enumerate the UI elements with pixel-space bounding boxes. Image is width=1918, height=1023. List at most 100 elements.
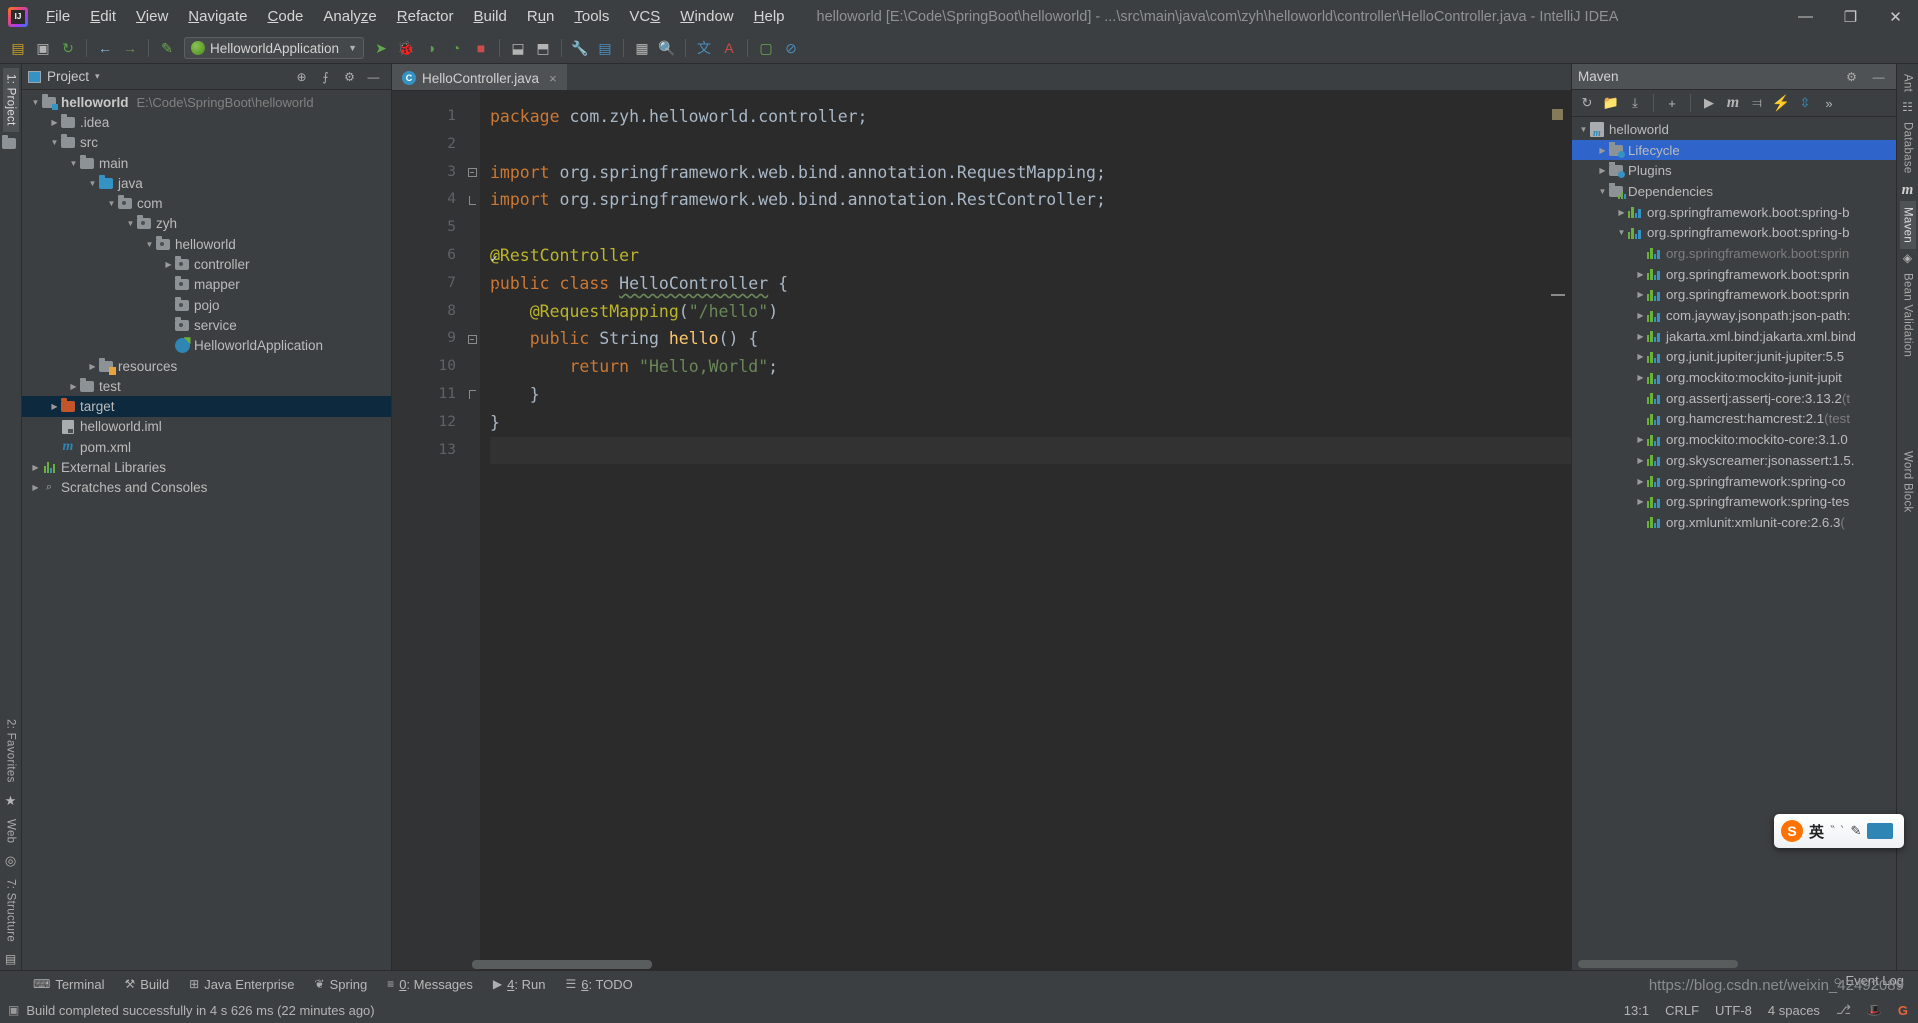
menu-analyze[interactable]: Analyze	[313, 4, 386, 29]
project-tree-row[interactable]: ▶ controller	[22, 254, 391, 274]
execute-icon[interactable]: ⚡	[1770, 92, 1792, 114]
project-tree-row[interactable]: ▶ test	[22, 376, 391, 396]
sidebar-item-database[interactable]: Database	[1900, 116, 1916, 180]
run-configuration-selector[interactable]: HelloworldApplication ▼	[184, 37, 364, 59]
project-structure-icon[interactable]: ▤	[593, 36, 617, 60]
maven-tree-row[interactable]: ▶ Plugins	[1572, 160, 1896, 181]
translate-from-icon[interactable]: A	[717, 36, 741, 60]
error-stripe-marker[interactable]	[1552, 109, 1563, 120]
code-line[interactable]: @RestController	[490, 242, 1571, 270]
maven-tree-row[interactable]: ▶ org.junit.jupiter:junit-jupiter:5.5	[1572, 347, 1896, 368]
spring-bean-gutter-icon[interactable]	[470, 246, 488, 264]
chevron-right-icon[interactable]: ▶	[1635, 332, 1646, 341]
maven-tree-row[interactable]: ▶ org.mockito:mockito-core:3.1.0	[1572, 429, 1896, 450]
no-entry-icon[interactable]: ⊘	[779, 36, 803, 60]
sidebar-item-web[interactable]: Web	[3, 813, 19, 849]
code-folding-gutter[interactable]: − −	[464, 91, 480, 970]
more-options-icon[interactable]: »	[1818, 92, 1840, 114]
structure-icon[interactable]: ▤	[5, 952, 16, 966]
run-icon[interactable]: ➤	[369, 36, 393, 60]
add-icon[interactable]: +	[1661, 92, 1683, 114]
hide-panel-icon[interactable]: —	[366, 69, 381, 84]
project-tree-row[interactable]: ▶ .idea	[22, 112, 391, 132]
fold-marker[interactable]: −	[464, 325, 480, 353]
settings-icon[interactable]: 🔧	[568, 36, 592, 60]
code-line[interactable]: }	[490, 381, 1571, 409]
maven-tree-row[interactable]: ▶ org.mockito:mockito-junit-jupit	[1572, 367, 1896, 388]
forward-icon[interactable]: →	[118, 36, 142, 60]
chevron-down-icon[interactable]: ▼	[49, 138, 60, 147]
maven-tree-row[interactable]: ▶ jakarta.xml.bind:jakarta.xml.bind	[1572, 326, 1896, 347]
code-line[interactable]	[490, 131, 1571, 159]
menu-window[interactable]: Window	[670, 4, 743, 29]
menu-navigate[interactable]: Navigate	[178, 4, 257, 29]
chevron-right-icon[interactable]: ▶	[87, 362, 98, 371]
project-tree-row[interactable]: m pom.xml	[22, 437, 391, 457]
commit-icon[interactable]: ⬒	[531, 36, 555, 60]
menu-file[interactable]: File	[36, 4, 80, 29]
chevron-right-icon[interactable]: ▶	[1635, 497, 1646, 506]
code-editor[interactable]: 1 2 3 4 5 6 7 8 9 10 11 12 13 − − package com.zyh.hel…	[392, 91, 1571, 970]
project-tree-row[interactable]: ▶ target	[22, 396, 391, 417]
project-tree-row[interactable]: ▼ com	[22, 193, 391, 213]
sync-icon[interactable]: ↻	[56, 36, 80, 60]
project-tree-row[interactable]: ▼ helloworld	[22, 234, 391, 254]
menu-vcs[interactable]: VCS	[619, 4, 670, 29]
build-project-icon[interactable]: ✎	[155, 36, 179, 60]
web-icon[interactable]: ◎	[5, 853, 16, 869]
sidebar-item-ant[interactable]: Ant	[1900, 68, 1916, 98]
language-icon[interactable]: ▢	[754, 36, 778, 60]
chevron-down-icon[interactable]: ▼	[1616, 228, 1627, 237]
gear-icon[interactable]: ⚙	[1844, 69, 1859, 84]
fold-marker[interactable]	[464, 186, 480, 214]
chevron-down-icon[interactable]: ▾	[95, 71, 100, 82]
project-tree-row[interactable]: ▼ java	[22, 173, 391, 193]
maven-tree-row[interactable]: ▶ org.skyscreamer:jsonassert:1.5.	[1572, 450, 1896, 471]
maven-tree-row[interactable]: org.hamcrest:hamcrest:2.1 (test	[1572, 409, 1896, 430]
debug-icon[interactable]: 🐞	[394, 36, 418, 60]
menu-help[interactable]: Help	[744, 4, 795, 29]
maven-tree-row[interactable]: ▶ org.springframework:spring-co	[1572, 471, 1896, 492]
menu-build[interactable]: Build	[463, 4, 516, 29]
project-tree-row[interactable]: mapper	[22, 275, 391, 295]
code-line[interactable]: package com.zyh.helloworld.controller;	[490, 103, 1571, 131]
maven-tree-row[interactable]: ▶ org.springframework.boot:sprin	[1572, 285, 1896, 306]
chevron-down-icon[interactable]: ▼	[87, 179, 98, 188]
bottom-tab-messages[interactable]: ≡ 0: Messages	[378, 974, 482, 995]
run-goal-icon[interactable]: ▶	[1698, 92, 1720, 114]
maven-horizontal-scrollbar[interactable]	[1578, 960, 1738, 968]
project-tree[interactable]: ▼ helloworld E:\Code\SpringBoot\helloworld…	[22, 90, 391, 970]
chevron-right-icon[interactable]: ▶	[1635, 352, 1646, 361]
project-tree-row[interactable]: ▶ resources	[22, 356, 391, 376]
project-tree-row[interactable]: ▶ ⌕ Scratches and Consoles	[22, 478, 391, 498]
code-line[interactable]: import org.springframework.web.bind.anno…	[490, 186, 1571, 214]
menu-refactor[interactable]: Refactor	[387, 4, 464, 29]
project-folder-icon[interactable]	[1, 135, 17, 152]
bottom-tab-run[interactable]: ▶ 4: Run	[484, 974, 555, 995]
collapse-all-icon[interactable]: ⨍	[318, 69, 333, 84]
chevron-right-icon[interactable]: ▶	[1635, 290, 1646, 299]
code-line[interactable]: public class HelloController {	[490, 270, 1571, 298]
maximize-button[interactable]: ❐	[1828, 0, 1873, 33]
chevron-down-icon[interactable]: ▼	[125, 219, 136, 228]
pen-icon[interactable]: ✎	[1850, 823, 1861, 839]
chevron-down-icon[interactable]: ▼	[106, 199, 117, 208]
maven-tree-row[interactable]: org.xmlunit:xmlunit-core:2.6.3 (	[1572, 512, 1896, 533]
chevron-right-icon[interactable]: ▶	[1635, 373, 1646, 382]
maven-tree-row[interactable]: ▶ org.springframework:spring-tes	[1572, 491, 1896, 512]
chevron-right-icon[interactable]: ▶	[49, 402, 60, 411]
chevron-right-icon[interactable]: ▶	[1616, 208, 1627, 217]
menu-view[interactable]: View	[126, 4, 178, 29]
sidebar-item-bean-validation[interactable]: Bean Validation	[1900, 267, 1916, 363]
sogou-ime-toolbar[interactable]: S 英 ‶ ‵ ✎	[1774, 814, 1904, 848]
update-project-icon[interactable]: ⬓	[506, 36, 530, 60]
chevron-down-icon[interactable]: ▼	[1578, 125, 1589, 134]
close-button[interactable]: ✕	[1873, 0, 1918, 33]
project-tree-row[interactable]: ▼ zyh	[22, 214, 391, 234]
hat-icon[interactable]: 🎩	[1867, 1003, 1882, 1017]
sidebar-item-project[interactable]: 1: Project	[2, 68, 19, 132]
ime-mode-label[interactable]: 英	[1809, 821, 1824, 842]
find-icon[interactable]: 🔍	[655, 36, 679, 60]
project-tree-row[interactable]: service	[22, 315, 391, 335]
spring-class-gutter-icon[interactable]	[470, 274, 488, 292]
